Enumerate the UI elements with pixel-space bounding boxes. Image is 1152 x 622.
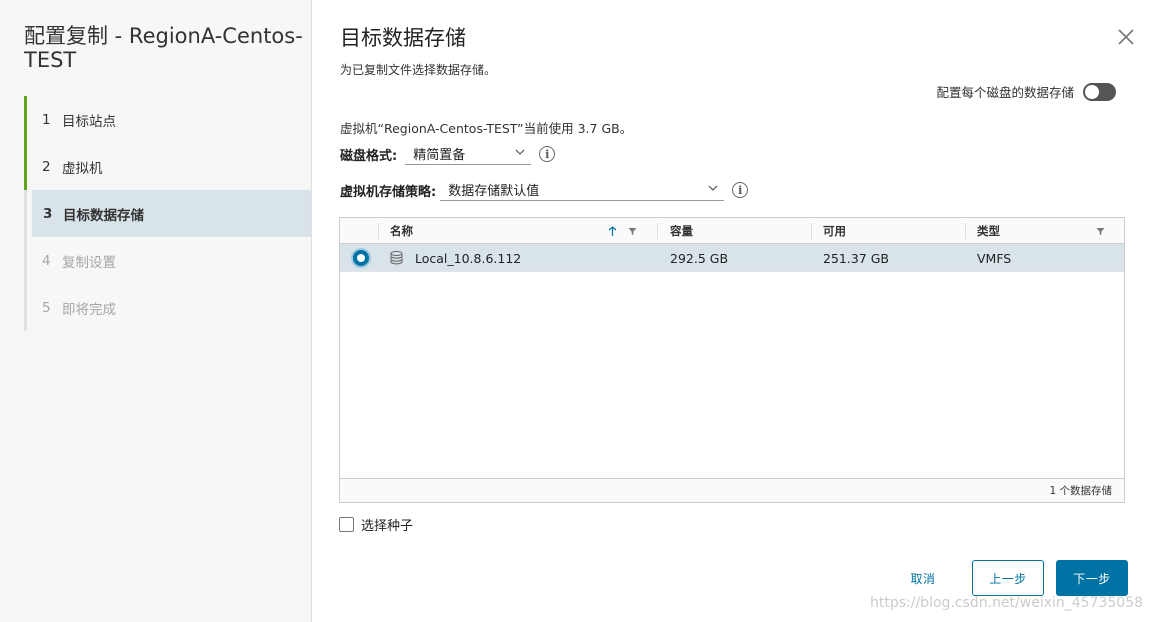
table-header: 名称 容量 可用 类型 [340, 218, 1124, 244]
close-icon[interactable] [1117, 28, 1135, 46]
filter-icon[interactable] [1096, 227, 1105, 236]
cell-free: 251.37 GB [823, 250, 889, 266]
back-button[interactable]: 上一步 [972, 560, 1044, 596]
step-label: 复制设置 [62, 254, 116, 271]
select-seed-label: 选择种子 [361, 519, 414, 534]
wizard-steps: 1 目标站点 2 虚拟机 3 目标数据存储 4 复制设置 5 即将完成 [24, 96, 312, 331]
step-label: 目标数据存储 [63, 207, 144, 224]
disk-format-value: 精简置备 [413, 148, 466, 163]
column-name-label: 名称 [390, 224, 413, 238]
step-label: 虚拟机 [62, 160, 103, 177]
wizard-sidebar: 配置复制 - RegionA-Centos-TEST 1 目标站点 2 虚拟机 … [0, 0, 312, 622]
info-icon[interactable]: i [732, 182, 749, 198]
cell-name: Local_10.8.6.112 [415, 250, 522, 266]
step-label: 即将完成 [62, 301, 116, 318]
per-disk-datastore-setting: 配置每个磁盘的数据存储 [936, 82, 1116, 101]
step-target-datastore[interactable]: 3 目标数据存储 [24, 190, 311, 237]
chevron-down-icon [515, 149, 525, 155]
table-footer: 1 个数据存储 [340, 478, 1124, 502]
column-capacity-label: 容量 [670, 224, 693, 238]
column-header-capacity[interactable]: 容量 [658, 218, 811, 244]
column-free-label: 可用 [823, 224, 846, 238]
disk-format-row: 磁盘格式: 精简置备 i [340, 143, 556, 165]
column-type-label: 类型 [977, 224, 1000, 238]
select-seed-option[interactable]: 选择种子 [339, 515, 413, 534]
vm-usage-info: 虚拟机“RegionA-Centos-TEST”当前使用 3.7 GB。 [340, 121, 633, 136]
row-select-radio[interactable] [353, 250, 369, 266]
step-number: 5 [42, 299, 51, 316]
per-disk-toggle[interactable] [1083, 82, 1116, 101]
next-button[interactable]: 下一步 [1056, 560, 1128, 596]
step-vm[interactable]: 2 虚拟机 [24, 143, 312, 190]
storage-policy-select[interactable]: 数据存储默认值 [440, 179, 725, 201]
step-ready-to-complete: 5 即将完成 [24, 284, 312, 331]
disk-format-select[interactable]: 精简置备 [405, 143, 532, 165]
watermark: https://blog.csdn.net/weixin_45735058 [870, 595, 1144, 611]
filter-icon[interactable] [628, 227, 637, 236]
cancel-button[interactable]: 取消 [890, 560, 956, 596]
datastore-count: 1 个数据存储 [1049, 485, 1112, 497]
sort-ascending-icon[interactable] [608, 226, 617, 237]
table-row[interactable]: Local_10.8.6.112 292.5 GB 251.37 GB VMFS [340, 244, 1124, 272]
chevron-down-icon [708, 185, 718, 191]
storage-policy-value: 数据存储默认值 [448, 184, 540, 199]
step-label: 目标站点 [62, 113, 116, 130]
toggle-knob [1085, 84, 1099, 99]
wizard-title: 配置复制 - RegionA-Centos-TEST [24, 24, 303, 72]
datastore-table: 名称 容量 可用 类型 Local_10.8.6.112 292.5 GB 25… [339, 217, 1125, 503]
storage-policy-row: 虚拟机存储策略: 数据存储默认值 i [340, 179, 749, 201]
step-number: 1 [42, 111, 51, 128]
step-number: 4 [42, 252, 51, 269]
page-title: 目标数据存储 [340, 26, 466, 50]
disk-format-label: 磁盘格式: [340, 148, 398, 164]
cell-type: VMFS [977, 250, 1012, 266]
cell-capacity: 292.5 GB [670, 250, 729, 266]
step-replication-settings: 4 复制设置 [24, 237, 312, 284]
step-target-site[interactable]: 1 目标站点 [24, 96, 312, 143]
page-subtitle: 为已复制文件选择数据存储。 [340, 63, 497, 77]
info-icon[interactable]: i [539, 146, 556, 162]
step-number: 2 [42, 158, 51, 175]
step-number: 3 [43, 205, 53, 222]
select-seed-checkbox[interactable] [339, 517, 354, 532]
column-header-free[interactable]: 可用 [811, 218, 965, 244]
datastore-icon [390, 251, 403, 265]
storage-policy-label: 虚拟机存储策略: [340, 184, 437, 200]
per-disk-label: 配置每个磁盘的数据存储 [936, 85, 1074, 100]
